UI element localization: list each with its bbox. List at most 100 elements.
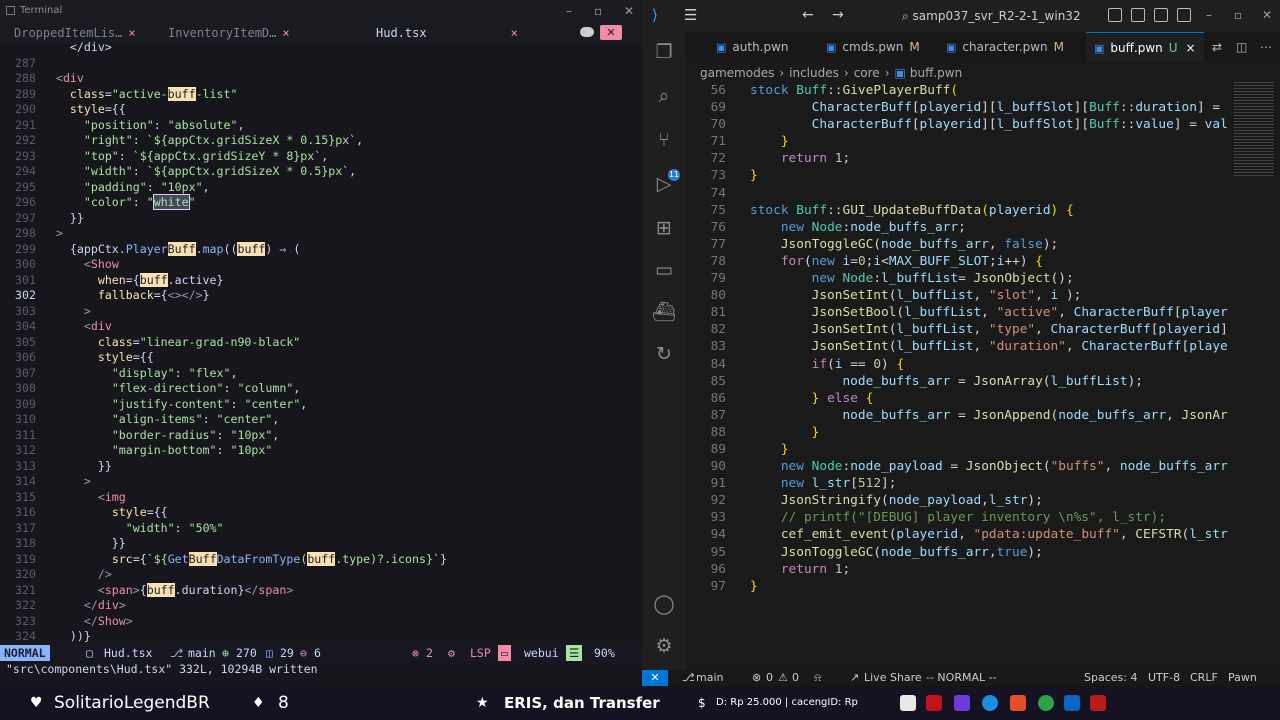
- error-count[interactable]: 0: [766, 670, 773, 686]
- command-center-search[interactable]: ⌕ samp037_svr_R2-2-1_win32: [894, 5, 1084, 27]
- breadcrumb-item[interactable]: core: [854, 66, 880, 80]
- toggle-panel-icon[interactable]: [1131, 8, 1145, 22]
- tab-cmds-pwn[interactable]: ▣ cmds.pwn M: [826, 32, 920, 62]
- indentation[interactable]: Spaces: 4: [1084, 670, 1137, 686]
- code-text: "width": "50%": [125, 520, 224, 535]
- app-icon[interactable]: [1090, 695, 1106, 711]
- maximize-icon[interactable]: ▫: [594, 4, 602, 18]
- line-number: 317: [15, 520, 36, 535]
- toggle-secondary-sidebar-icon[interactable]: [1154, 8, 1168, 22]
- toggle-icon[interactable]: [580, 27, 594, 37]
- minimize-icon[interactable]: –: [566, 4, 572, 18]
- close-all-button[interactable]: ✕: [600, 25, 622, 40]
- compare-icon[interactable]: ⇄: [1212, 32, 1222, 62]
- line-ending[interactable]: CRLF: [1190, 670, 1218, 686]
- gear-icon: ⚙: [448, 646, 455, 660]
- line-number: 310: [15, 412, 36, 426]
- file-icon: ▣: [826, 41, 837, 54]
- forward-arrow-icon[interactable]: →: [832, 7, 844, 23]
- code-editor[interactable]: 56 stock Buff::GivePlayerBuff( } else {69…: [686, 82, 1234, 595]
- run-debug-icon[interactable]: ▷: [652, 172, 676, 196]
- code-text: JsonToggleGC(node_buffs_arr,true);: [780, 544, 1043, 560]
- language-mode[interactable]: Pawn: [1228, 670, 1257, 686]
- statusline-filename: Hud.tsx: [104, 646, 153, 660]
- extensions-icon[interactable]: ⊞: [652, 216, 676, 240]
- code-text: JsonToggleGC(node_buffs_arr, false);: [780, 236, 1059, 252]
- back-arrow-icon[interactable]: ←: [802, 7, 814, 23]
- settings-gear-icon[interactable]: ⚙: [652, 634, 676, 658]
- tab-label: character.pwn: [962, 40, 1048, 54]
- close-icon[interactable]: ✕: [624, 4, 634, 18]
- maximize-icon[interactable]: ▫: [1234, 8, 1242, 22]
- account-icon[interactable]: ◯: [652, 592, 676, 616]
- app-icon[interactable]: [1010, 695, 1026, 711]
- remote-explorer-icon[interactable]: ▭: [652, 258, 676, 282]
- live-share-button[interactable]: Live Share: [864, 670, 922, 686]
- close-tab-icon[interactable]: ×: [511, 26, 518, 40]
- tab-label: DroppedItemLis…: [14, 26, 123, 40]
- close-tab-icon[interactable]: ×: [128, 26, 135, 40]
- tab-auth-pwn[interactable]: ▣ auth.pwn: [716, 32, 795, 62]
- line-number: 70: [710, 117, 726, 133]
- close-icon[interactable]: ✕: [1262, 8, 1272, 22]
- heart-icon: ♥: [30, 695, 43, 711]
- tab-character-pwn[interactable]: ▣ character.pwn M: [946, 32, 1064, 62]
- tab-marker: M: [1053, 40, 1064, 54]
- tab-buff-pwn[interactable]: ▣ buff.pwn U ×: [1086, 32, 1204, 62]
- code-text: "justify-content": "center",: [111, 396, 308, 411]
- tab-dropped-item-list[interactable]: DroppedItemLis… ×: [14, 26, 136, 40]
- search-icon[interactable]: ⌕: [652, 84, 676, 108]
- terminal-window[interactable]: Terminal – ▫ ✕ DroppedItemLis… × Inventor…: [0, 0, 642, 686]
- added-icon: ⊕: [222, 646, 229, 660]
- breadcrumb-item[interactable]: includes: [789, 66, 839, 80]
- code-text: }: [780, 441, 789, 457]
- menu-icon[interactable]: ☰: [684, 6, 697, 24]
- git-branch[interactable]: main: [696, 670, 723, 686]
- remote-indicator-icon[interactable]: ✕: [642, 670, 668, 686]
- encoding[interactable]: UTF-8: [1148, 670, 1180, 686]
- vscode-titlebar: ⟩ ☰ ← → ⌕ samp037_svr_R2-2-1_win32 – ▫ ✕: [642, 0, 1280, 32]
- close-tab-icon[interactable]: ×: [282, 26, 289, 40]
- close-tab-icon[interactable]: ×: [1186, 41, 1196, 55]
- warning-count[interactable]: 0: [792, 670, 799, 686]
- breadcrumb-item[interactable]: gamemodes: [700, 66, 774, 80]
- line-number: 80: [710, 288, 726, 304]
- code-text: />: [97, 567, 112, 581]
- line-number: 290: [15, 102, 36, 116]
- app-icon[interactable]: [954, 695, 970, 711]
- app-icon[interactable]: [1038, 695, 1054, 711]
- docker-icon[interactable]: ⛴: [652, 300, 676, 324]
- minimize-icon[interactable]: –: [1206, 8, 1212, 22]
- code-text: }: [780, 134, 789, 150]
- tab-hud-tsx[interactable]: Hud.tsx ×: [376, 26, 518, 40]
- customize-layout-icon[interactable]: [1177, 8, 1191, 22]
- lsp-label: LSP: [470, 646, 491, 660]
- drop-icon: ♦: [252, 695, 265, 711]
- code-line: 73}: [686, 167, 1234, 184]
- line-number: 90: [710, 459, 726, 475]
- line-number: 314: [15, 474, 36, 488]
- code-text: "width": `${appCtx.gridSizeX * 0.5}px`,: [83, 164, 357, 178]
- app-icon[interactable]: [926, 695, 942, 711]
- vscode-window[interactable]: ⟩ ☰ ← → ⌕ samp037_svr_R2-2-1_win32 – ▫ ✕…: [642, 0, 1280, 686]
- explorer-icon[interactable]: ❐: [652, 40, 676, 64]
- code-line: 313 }}: [0, 459, 642, 475]
- tab-inventory-item[interactable]: InventoryItemD… ×: [168, 26, 290, 40]
- toggle-sidebar-icon[interactable]: [1108, 8, 1122, 22]
- split-editor-icon[interactable]: ◫: [1236, 32, 1247, 62]
- code-line: 323 </Show>: [0, 614, 642, 630]
- minimap[interactable]: [1234, 82, 1274, 177]
- line-number: 294: [15, 164, 36, 178]
- code-editor[interactable]: </div> 287 288 <div 289 class="active-buff-…: [0, 40, 642, 645]
- live-share-icon[interactable]: ↻: [652, 342, 676, 366]
- source-control-icon[interactable]: ⑂: [652, 128, 676, 152]
- breadcrumb-item[interactable]: buff.pwn: [910, 66, 962, 80]
- vscode-taskbar-icon[interactable]: [1064, 695, 1080, 711]
- app-icon[interactable]: [900, 695, 916, 711]
- line-number: 71: [710, 134, 726, 150]
- line-number: 84: [710, 356, 726, 372]
- code-line: 305 class="linear-grad-n90-black": [0, 335, 642, 351]
- code-text: CharacterBuff[playerid][l_buffSlot][Buff…: [811, 100, 1228, 116]
- browser-icon[interactable]: [982, 695, 998, 711]
- more-actions-icon[interactable]: ⋯: [1260, 32, 1272, 62]
